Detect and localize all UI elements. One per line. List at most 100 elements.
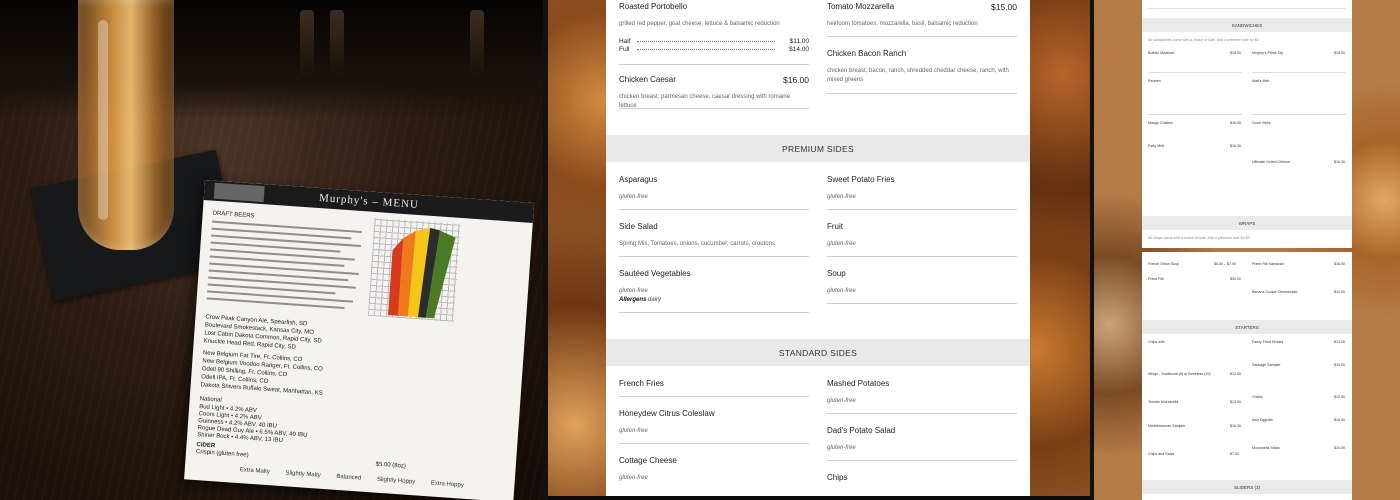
item-name: Prime Rib Sandwich [1252,262,1285,266]
starter-name: Wings - Traditional (8) or Boneless (10) [1148,372,1211,376]
starter-name: Chislic [1252,395,1263,399]
item-note: gluten-free [827,445,856,451]
menu-screenshots-collage: SANDWICHES All sandwiches come with a ch… [1094,0,1400,500]
sandwich-name: Mango Chicken [1148,121,1173,125]
side-cottage-cheese: Cottage Cheese gluten-free [619,456,809,483]
item-price: $30.00 [1230,277,1241,281]
starter-price: $13.00 [1334,340,1345,344]
item-price: $10.00 [1334,290,1345,294]
item-note: gluten-free [827,241,856,247]
sandwich-name: Murphy's Prime Dip [1252,51,1284,55]
item-name: Chicken Bacon Ranch [827,49,907,58]
starters-screenshot: French Onion Soup $5.00 – $7.00 Prime Ri… [1142,252,1352,500]
item-name: Prime Rib [1148,277,1164,281]
sandwich-name: Good Vibes [1252,121,1271,125]
sandwich-price: $16.00 [1230,121,1241,125]
starter-name: Irish Eggrolls [1252,418,1273,422]
flavor-chart [388,227,456,319]
sliders-heading: SLIDERS (3) [1233,485,1260,490]
legend-slightly-hoppy: Slightly Hoppy [376,476,416,486]
menu-sheet-title: Murphy's – MENU [318,192,420,211]
sandwich-name: Patty Melt [1148,144,1164,148]
item-price: $16.00 [783,75,809,85]
side-french-fries: French Fries [619,379,809,389]
draft-beers-heading: DRAFT BEERS [212,210,255,220]
sandwich-price: $18.00 [1230,51,1241,55]
cider-price: $5.00 (8oz) [375,461,407,470]
divider [827,93,1017,94]
printed-menu-sheet: Murphy's – MENU DRAFT BEERS Crow Peak Ca… [184,180,535,500]
full-price: $14.00 [789,46,809,53]
item-name: French Fries [619,379,664,388]
divider [827,256,1017,257]
bar-menu-photo: Murphy's – MENU DRAFT BEERS Crow Peak Ca… [0,0,543,500]
starter-price: $12.00 [1230,400,1241,404]
starter-name: Chips with [1148,340,1165,344]
divider [619,108,809,109]
divider [827,303,1017,304]
divider [827,460,1017,461]
divider [619,443,809,444]
item-note: gluten-free [619,475,648,481]
wraps-heading: WRAPS [1238,221,1256,226]
starter-price: $12.00 [1334,395,1345,399]
item-note: gluten-free [827,398,856,404]
item-price: $15.00 [991,2,1017,12]
side-honeydew-citrus-coleslaw: Honeydew Citrus Coleslaw gluten-free [619,409,809,436]
item-note: gluten-free [619,288,648,294]
item-description: chicken breast, bacon, ranch, shredded c… [827,68,1009,83]
item-name: Cottage Cheese [619,456,677,465]
sandwich-price: $16.00 [1230,144,1241,148]
side-asparagus: Asparagus gluten-free [619,175,809,202]
full-label: Full [619,46,630,53]
half-label: Half [619,38,631,45]
starter-name: Mediterranean Sampler [1148,424,1186,428]
legend-extra-hoppy: Extra Hoppy [430,480,464,489]
bottle-shape [470,10,484,80]
glass-reflection [98,20,108,220]
starter-price: $10.00 [1334,446,1345,450]
allergen-label: Allergens [619,297,647,303]
side-fruit: Fruit gluten-free [827,222,1017,249]
legend-extra-malty: Extra Malty [239,467,270,476]
cider-item: Crispin (gluten free) [195,449,249,459]
item-name: Tomato Mozzarella [827,2,895,11]
divider [1148,8,1346,9]
sandwich-name: Matt's Melt [1252,79,1270,83]
sandwich-price: $18.00 [1334,51,1345,55]
wraps-intro: All wraps come with a choice of side. Ad… [1148,236,1250,240]
sandwich-name: Ultimate Grilled Cheese [1252,160,1290,164]
half-price-row: Half $11.00 [619,38,809,46]
allergen-value: dairy [648,297,662,303]
side-side-salad: Side Salad Spring Mix, Tomatoes, onions,… [619,222,809,249]
item-name: Roasted Portobello [619,2,688,11]
flavor-legend: Extra Malty Slightly Malty Balanced Slig… [240,467,500,491]
divider [619,64,809,65]
item-name: Chips [827,473,848,482]
dot-leader [637,41,775,42]
item-name: Sweet Potato Fries [827,175,895,184]
legend-balanced: Balanced [336,473,362,482]
divider [1252,72,1346,73]
sandwiches-heading: SANDWICHES [1231,23,1263,28]
item-name: French Onion Soup [1148,262,1180,266]
sandwich-name: Buffalo Meatloaf [1148,51,1174,55]
item-note: gluten-free [619,428,648,434]
side-mashed-potatoes: Mashed Potatoes gluten-free [827,379,1017,406]
item-name: Honeydew Citrus Coleslaw [619,409,715,418]
bottle-shape [330,10,344,80]
starter-price: $7.00 [1230,452,1239,456]
sandwiches-intro: All sandwiches come with a choice of sid… [1148,38,1259,42]
bottle-shape [300,10,314,80]
item-name: Sautéed Vegetables [619,269,691,278]
divider [619,312,809,313]
starter-price: $12.00 [1230,372,1241,376]
divider [827,36,1017,37]
item-name: Fruit [827,222,843,231]
starter-price: $16.00 [1230,424,1241,428]
item-price: $5.00 – $7.00 [1214,262,1236,266]
full-price-row: Full $14.00 [619,46,809,54]
starter-price: $15.00 [1334,363,1345,367]
standard-sides-heading: STANDARD SIDES [778,348,858,358]
item-name: Mashed Potatoes [827,379,890,388]
